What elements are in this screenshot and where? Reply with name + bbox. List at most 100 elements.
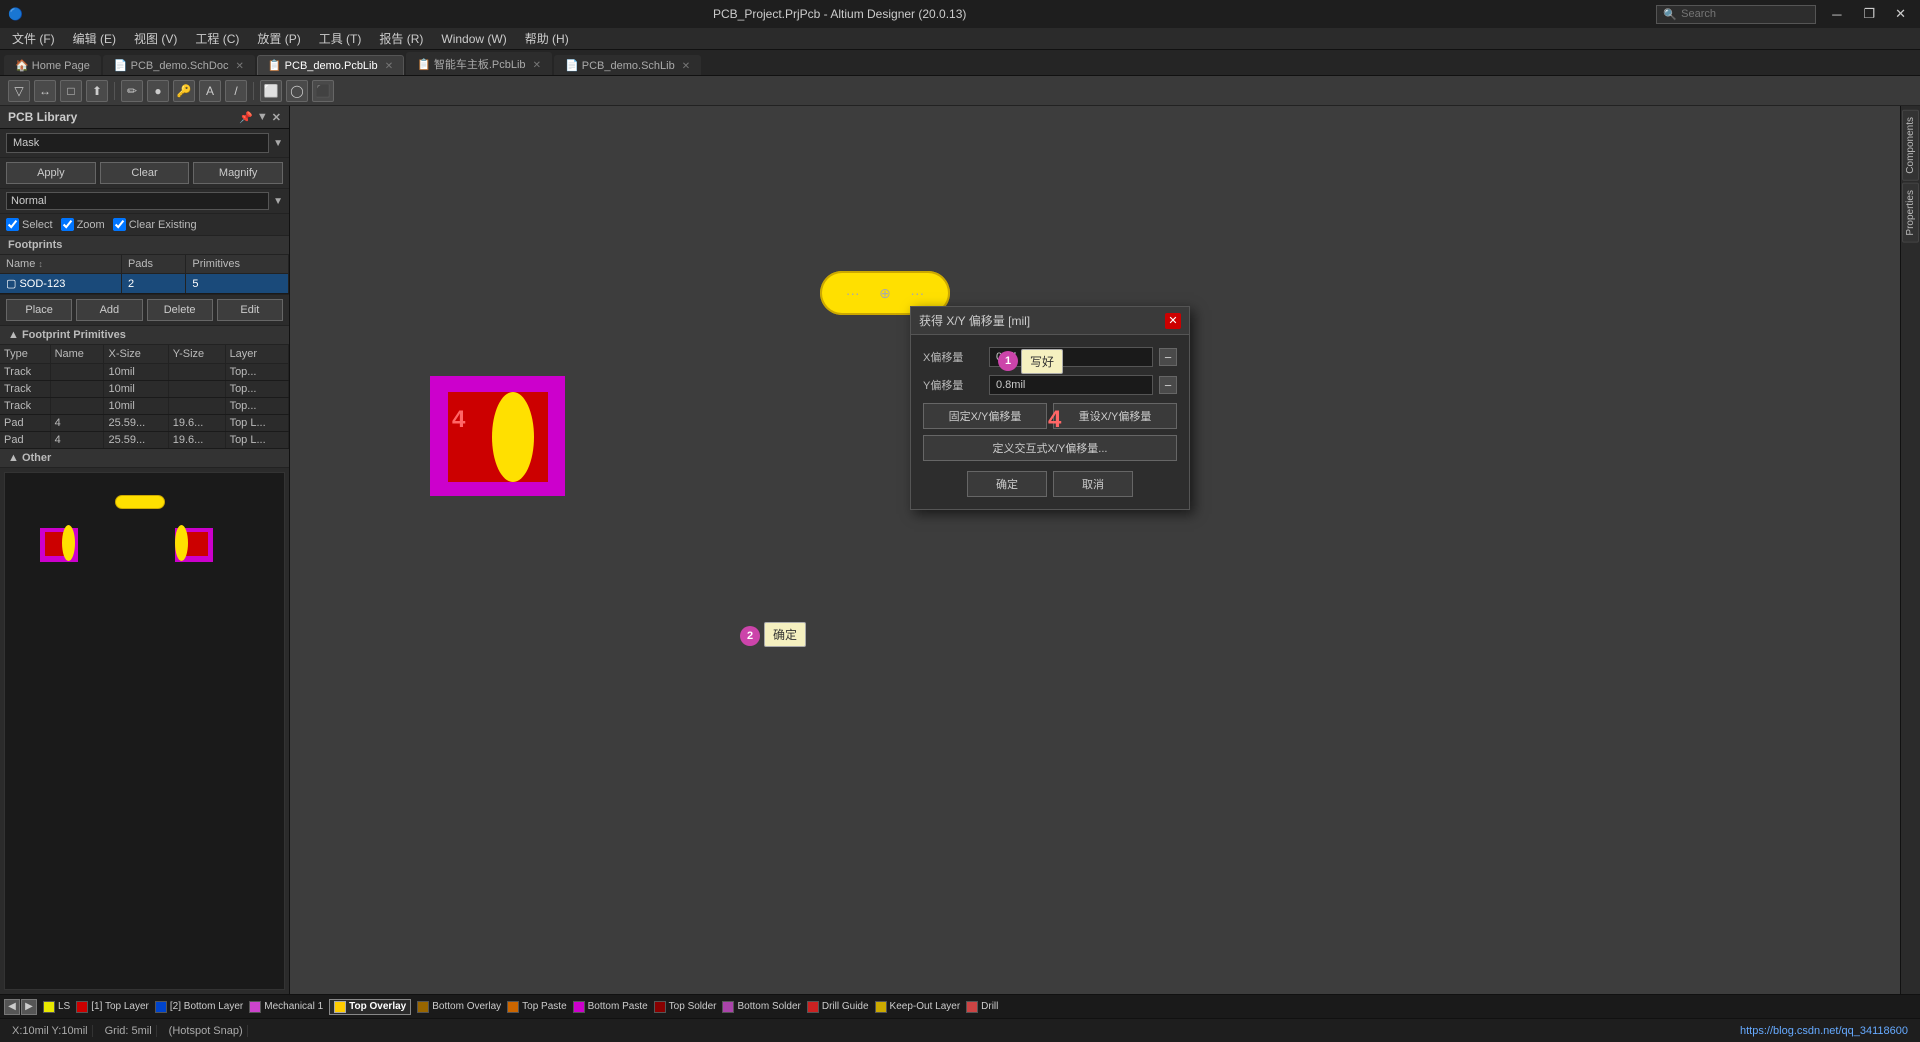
layer-bot-solder[interactable]: Bottom Solder bbox=[722, 1001, 800, 1013]
layer-drill-guide[interactable]: Drill Guide bbox=[807, 1001, 869, 1013]
search-input[interactable] bbox=[1681, 8, 1801, 20]
close-button[interactable]: ✕ bbox=[1889, 4, 1912, 24]
layer-top-solder[interactable]: Top Solder bbox=[654, 1001, 717, 1013]
pth-xsize[interactable]: X-Size bbox=[104, 345, 168, 364]
toolbar-key-btn[interactable]: 🔑 bbox=[173, 80, 195, 102]
menu-reports[interactable]: 报告 (R) bbox=[371, 28, 431, 49]
toolbar-up-btn[interactable]: ⬆ bbox=[86, 80, 108, 102]
menu-tools[interactable]: 工具 (T) bbox=[311, 28, 370, 49]
maximize-button[interactable]: ❐ bbox=[1857, 4, 1881, 24]
tab-close-schlib[interactable]: ✕ bbox=[682, 61, 690, 72]
tab-close-schdoc[interactable]: ✕ bbox=[236, 61, 244, 72]
menu-place[interactable]: 放置 (P) bbox=[249, 28, 308, 49]
collapse-icon[interactable]: ▲ bbox=[8, 329, 22, 341]
layer-keepout[interactable]: Keep-Out Layer bbox=[875, 1001, 961, 1013]
components-tab[interactable]: Components bbox=[1902, 110, 1919, 181]
layer-bot-paste[interactable]: Bottom Paste bbox=[573, 1001, 648, 1013]
toolbar-text-btn[interactable]: A bbox=[199, 80, 221, 102]
menu-help[interactable]: 帮助 (H) bbox=[517, 28, 577, 49]
y-offset-input[interactable] bbox=[989, 375, 1153, 395]
mask-select[interactable]: Mask bbox=[6, 133, 269, 153]
layer-next-button[interactable]: ▶ bbox=[21, 999, 37, 1015]
add-button[interactable]: Add bbox=[76, 299, 142, 321]
prim-name-3: 4 bbox=[50, 415, 104, 432]
fp-pads-cell: 2 bbox=[121, 274, 185, 294]
tab-home[interactable]: 🏠 Home Page bbox=[4, 55, 101, 75]
select-checkbox-label[interactable]: Select bbox=[6, 218, 53, 231]
toolbar-rect-btn[interactable]: □ bbox=[60, 80, 82, 102]
table-row[interactable]: ▢ SOD-123 2 5 bbox=[0, 274, 289, 294]
layer-prev-button[interactable]: ◀ bbox=[4, 999, 20, 1015]
define-interactive-button[interactable]: 定义交互式X/Y偏移量... bbox=[923, 435, 1177, 461]
clear-existing-checkbox[interactable] bbox=[113, 218, 126, 231]
zoom-checkbox[interactable] bbox=[61, 218, 74, 231]
pth-type[interactable]: Type bbox=[0, 345, 50, 364]
layer-bottom[interactable]: [2] Bottom Layer bbox=[155, 1001, 243, 1013]
minimize-button[interactable]: － bbox=[1824, 3, 1849, 26]
layer-ls[interactable]: LS bbox=[43, 1001, 70, 1013]
layer-label-bot-solder: Bottom Solder bbox=[737, 1001, 800, 1012]
layer-mech1[interactable]: Mechanical 1 bbox=[249, 1001, 323, 1013]
preview-pill bbox=[115, 495, 165, 509]
normal-select[interactable]: Normal bbox=[6, 192, 269, 210]
toolbar-draw-btn[interactable]: ✏ bbox=[121, 80, 143, 102]
tab-close-pcblib[interactable]: ✕ bbox=[385, 61, 393, 72]
y-offset-minus-button[interactable]: − bbox=[1159, 376, 1177, 394]
panel-close-icon[interactable]: ✕ bbox=[272, 111, 281, 124]
toolbar-fill-btn[interactable]: ⬛ bbox=[312, 80, 334, 102]
toolbar-line-btn[interactable]: / bbox=[225, 80, 247, 102]
pth-layer[interactable]: Layer bbox=[225, 345, 288, 364]
menu-edit[interactable]: 编辑 (E) bbox=[65, 28, 124, 49]
layer-top-paste[interactable]: Top Paste bbox=[507, 1001, 566, 1013]
apply-button[interactable]: Apply bbox=[6, 162, 96, 184]
toolbar-circle-btn[interactable]: ● bbox=[147, 80, 169, 102]
menu-project[interactable]: 工程 (C) bbox=[187, 28, 247, 49]
layer-label-top-solder: Top Solder bbox=[669, 1001, 717, 1012]
dialog-cancel-button[interactable]: 取消 bbox=[1053, 471, 1133, 497]
prim-ysize-3: 19.6... bbox=[168, 415, 225, 432]
toolbar-square-btn[interactable]: ⬜ bbox=[260, 80, 282, 102]
th-name[interactable]: Name ↕ bbox=[0, 255, 121, 274]
properties-tab[interactable]: Properties bbox=[1902, 183, 1919, 243]
menu-window[interactable]: Window (W) bbox=[433, 30, 514, 48]
search-box[interactable]: 🔍 bbox=[1656, 5, 1816, 24]
place-button[interactable]: Place bbox=[6, 299, 72, 321]
tab-smartcar[interactable]: 📋 智能车主板.PcbLib ✕ bbox=[406, 52, 552, 75]
tab-close-smartcar[interactable]: ✕ bbox=[533, 60, 541, 71]
clear-button[interactable]: Clear bbox=[100, 162, 190, 184]
canvas-area[interactable]: ··· ⊕ ··· 4 4 获得 X/Y 偏移量 [mil] ✕ bbox=[290, 106, 1900, 994]
magnify-button[interactable]: Magnify bbox=[193, 162, 283, 184]
pth-name[interactable]: Name bbox=[50, 345, 104, 364]
menu-file[interactable]: 文件 (F) bbox=[4, 28, 63, 49]
tab-schlib[interactable]: 📄 PCB_demo.SchLib ✕ bbox=[554, 55, 701, 75]
tab-pcblib[interactable]: 📋 PCB_demo.PcbLib ✕ bbox=[257, 55, 404, 75]
panel-header: PCB Library 📌 ▼ ✕ bbox=[0, 106, 289, 129]
toolbar-oval-btn[interactable]: ◯ bbox=[286, 80, 308, 102]
layer-bot-overlay[interactable]: Bottom Overlay bbox=[417, 1001, 501, 1013]
select-checkbox[interactable] bbox=[6, 218, 19, 231]
tab-schdoc[interactable]: 📄 PCB_demo.SchDoc ✕ bbox=[103, 55, 255, 75]
th-primitives[interactable]: Primitives bbox=[186, 255, 289, 274]
reset-offset-button[interactable]: 重设X/Y偏移量 bbox=[1053, 403, 1177, 429]
th-pads[interactable]: Pads bbox=[121, 255, 185, 274]
x-offset-minus-button[interactable]: − bbox=[1159, 348, 1177, 366]
tab-bar: 🏠 Home Page 📄 PCB_demo.SchDoc ✕ 📋 PCB_de… bbox=[0, 50, 1920, 76]
dialog-close-button[interactable]: ✕ bbox=[1165, 313, 1181, 329]
menu-view[interactable]: 视图 (V) bbox=[126, 28, 185, 49]
other-collapse-icon[interactable]: ▲ bbox=[8, 452, 22, 464]
dialog-ok-button[interactable]: 确定 bbox=[967, 471, 1047, 497]
clear-existing-checkbox-label[interactable]: Clear Existing bbox=[113, 218, 197, 231]
panel-menu-icon[interactable]: ▼ bbox=[257, 111, 268, 124]
toolbar-filter-btn[interactable]: ▽ bbox=[8, 80, 30, 102]
fp-name-cell: ▢ SOD-123 bbox=[0, 274, 121, 294]
layer-top[interactable]: [1] Top Layer bbox=[76, 1001, 149, 1013]
layer-top-overlay[interactable]: Top Overlay bbox=[329, 999, 411, 1015]
edit-button[interactable]: Edit bbox=[217, 299, 283, 321]
pth-ysize[interactable]: Y-Size bbox=[168, 345, 225, 364]
toolbar-route-btn[interactable]: ↔ bbox=[34, 80, 56, 102]
delete-button[interactable]: Delete bbox=[147, 299, 213, 321]
panel-pin-icon[interactable]: 📌 bbox=[239, 111, 253, 124]
fix-offset-button[interactable]: 固定X/Y偏移量 bbox=[923, 403, 1047, 429]
layer-drill[interactable]: Drill bbox=[966, 1001, 998, 1013]
zoom-checkbox-label[interactable]: Zoom bbox=[61, 218, 105, 231]
